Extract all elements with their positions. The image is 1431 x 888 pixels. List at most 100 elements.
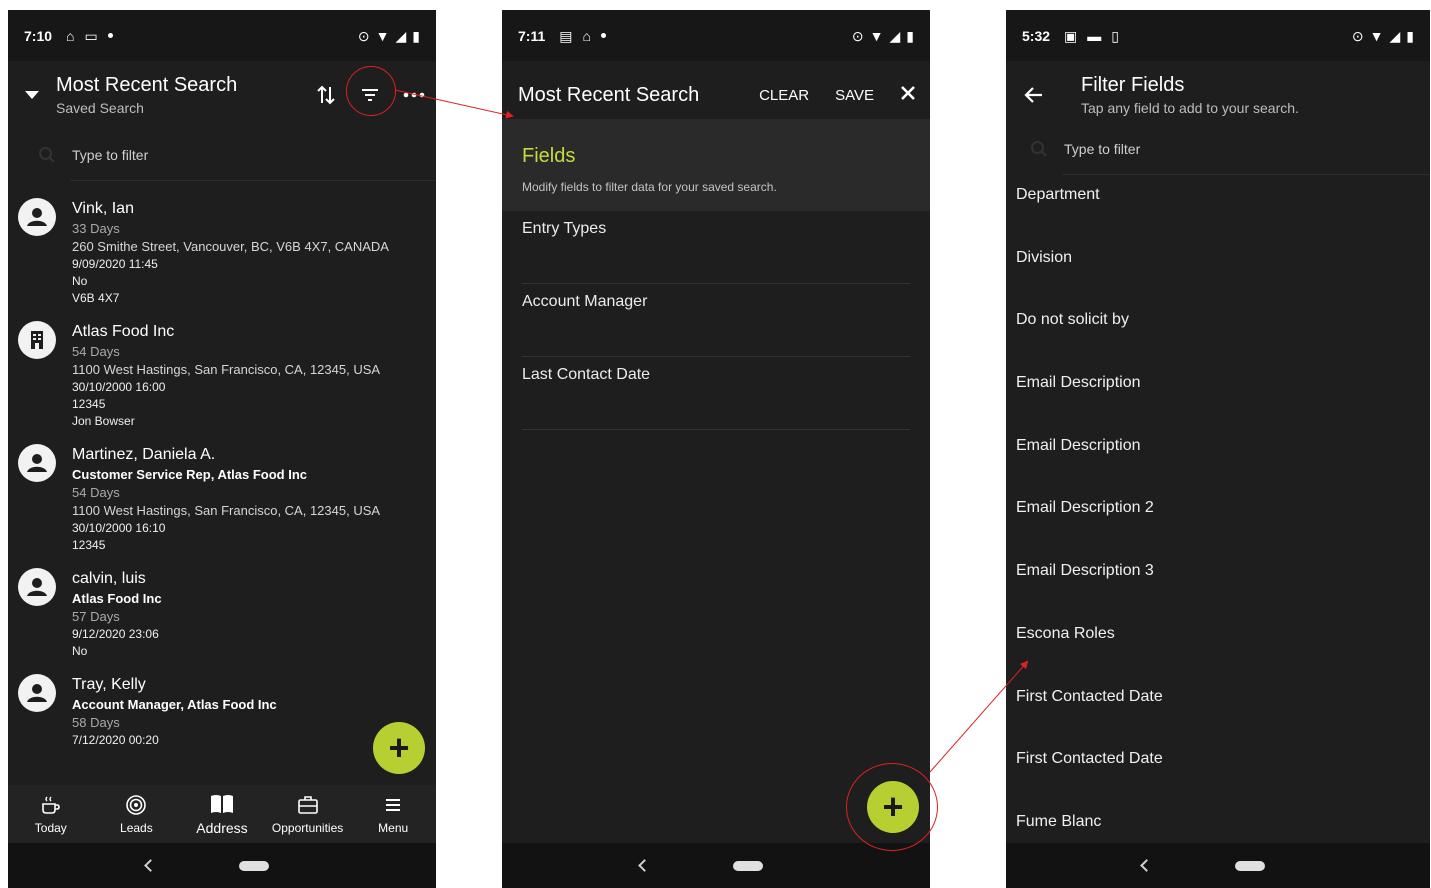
field-row-account-manager[interactable]: Account Manager [522, 284, 910, 357]
signal-icon: ◢ [1389, 27, 1401, 44]
fields-panel: Fields Modify fields to filter data for … [502, 119, 930, 211]
notification-dot-icon [107, 33, 113, 38]
search-row [8, 129, 436, 181]
person-icon [18, 568, 56, 606]
add-fab-button[interactable]: + [373, 722, 425, 774]
signal-icon: ◢ [889, 27, 901, 44]
battery-icon: ▮ [906, 27, 914, 44]
nav-item-today[interactable]: Today [8, 785, 94, 843]
filter-field-item[interactable]: Division [1016, 246, 1430, 309]
page-title: Most Recent Search [56, 74, 238, 96]
more-horizontal-icon [403, 92, 425, 98]
filter-field-item[interactable]: First Contacted Date [1016, 747, 1430, 810]
system-back-icon[interactable] [1139, 859, 1153, 872]
save-button[interactable]: SAVE [835, 87, 874, 104]
filter-field-item[interactable]: Email Description 2 [1016, 496, 1430, 559]
back-button[interactable] [1006, 86, 1062, 104]
results-list: Vink, Ian 33 Days 260 Smithe Street, Vanco… [8, 198, 436, 763]
list-item-detail: Customer Service Rep, Atlas Food Inc [72, 467, 308, 482]
list-item-detail: No [72, 274, 88, 288]
cast-icon: ▭ [84, 27, 98, 44]
list-item-detail: 9/09/2020 11:45 [72, 257, 158, 271]
search-icon [1028, 140, 1050, 158]
search-icon [36, 146, 58, 164]
system-home-icon[interactable] [732, 860, 763, 871]
filter-field-item[interactable]: Email Description 3 [1016, 559, 1430, 622]
system-back-icon[interactable] [637, 859, 651, 872]
field-row-last-contact-date[interactable]: Last Contact Date [522, 357, 910, 430]
list-item[interactable]: Tray, Kelly Account Manager, Atlas Food I… [8, 674, 436, 749]
close-icon [901, 86, 915, 100]
list-item-detail: 30/10/2000 16:10 [72, 521, 166, 535]
list-item[interactable]: Vink, Ian 33 Days 260 Smithe Street, Vanco… [8, 198, 436, 307]
nav-item-label: Today [34, 821, 67, 835]
home-icon: ⌂ [582, 27, 591, 44]
person-icon [18, 674, 56, 712]
home-icon: ⌂ [66, 27, 75, 44]
filter-field-item[interactable]: Do not solicit by [1016, 308, 1430, 371]
list-item-detail: 54 Days [72, 344, 120, 359]
list-item-detail: 12345 [72, 397, 106, 411]
search-row [1006, 123, 1430, 175]
list-item-detail: 30/10/2000 16:00 [72, 380, 166, 394]
news-icon: ▤ [559, 27, 573, 44]
status-bar: 7:11 ▤ ⌂ ⊙ ▼ ◢ ▮ [502, 10, 930, 61]
device-icon: ▯ [1111, 27, 1119, 44]
list-item-name: calvin, luis [72, 570, 146, 587]
filter-button[interactable] [358, 83, 382, 107]
collapse-button[interactable] [8, 91, 56, 99]
list-item-detail: 58 Days [72, 715, 120, 730]
field-row-entry-types[interactable]: Entry Types [522, 211, 910, 284]
caret-down-icon [25, 91, 39, 99]
person-icon [18, 198, 56, 236]
nav-item-menu[interactable]: Menu [350, 785, 436, 843]
filter-field-item[interactable]: First Contacted Date [1016, 685, 1430, 748]
nav-item-opportunities[interactable]: Opportunities [265, 785, 351, 843]
status-time: 7:10 [24, 27, 53, 44]
close-button[interactable] [900, 85, 916, 105]
status-time: 5:32 [1022, 27, 1051, 44]
list-item-detail: 260 Smithe Street, Vancouver, BC, V6B 4X… [72, 239, 389, 254]
list-item[interactable]: Martinez, Daniela A. Customer Service Rep… [8, 444, 436, 554]
filter-field-item[interactable]: Department [1016, 183, 1430, 246]
search-input[interactable] [1064, 141, 1364, 157]
list-item-detail: 57 Days [72, 609, 120, 624]
nav-item-address[interactable]: Address [179, 785, 265, 843]
battery-icon: ▮ [1406, 27, 1414, 44]
nav-item-leads[interactable]: Leads [94, 785, 180, 843]
sort-button[interactable] [314, 83, 338, 107]
list-item-detail: V6B 4X7 [72, 291, 120, 305]
filter-field-item[interactable]: Email Description [1016, 434, 1430, 497]
filter-field-item[interactable]: Escona Roles [1016, 622, 1430, 685]
list-item-detail: No [72, 644, 88, 658]
system-back-icon[interactable] [143, 859, 157, 872]
list-item[interactable]: Atlas Food Inc 54 Days 1100 West Hastings,… [8, 321, 436, 430]
list-item-detail: Account Manager, Atlas Food Inc [72, 697, 277, 712]
search-underline [70, 180, 436, 181]
search-input[interactable] [72, 147, 372, 163]
more-button[interactable] [402, 83, 426, 107]
list-item-detail: 7/12/2020 00:20 [72, 733, 159, 747]
clear-button[interactable]: CLEAR [759, 87, 809, 104]
app-bar: Most Recent Search Saved Search [8, 61, 436, 129]
person-icon [18, 444, 56, 482]
coffee-icon [39, 793, 63, 817]
screen-filter-fields: 5:32 ▣ ▬ ▯ ⊙ ▼ ◢ ▮ Filter Fields Tap any… [1006, 10, 1430, 888]
target-icon [124, 793, 148, 817]
list-item-detail: 54 Days [72, 485, 120, 500]
list-item[interactable]: calvin, luis Atlas Food Inc 57 Days 9/12/20… [8, 568, 436, 660]
status-time: 7:11 [518, 27, 546, 44]
signal-icon: ◢ [395, 27, 407, 44]
system-home-icon[interactable] [238, 860, 269, 871]
wifi-icon: ▼ [1369, 27, 1384, 44]
page-subtitle: Tap any field to add to your search. [1081, 100, 1299, 116]
status-bar: 7:10 ⌂ ▭ ⊙ ▼ ◢ ▮ [8, 10, 436, 61]
filter-field-item[interactable]: Email Description [1016, 371, 1430, 434]
search-underline [1062, 174, 1430, 175]
list-item-detail: Jon Bowser [72, 414, 135, 428]
list-item-detail: 33 Days [72, 221, 120, 236]
list-item-name: Martinez, Daniela A. [72, 446, 216, 463]
add-field-fab-button[interactable]: + [867, 781, 919, 833]
system-home-icon[interactable] [1234, 860, 1265, 871]
list-item-detail: 1100 West Hastings, San Francisco, CA, 1… [72, 362, 381, 377]
